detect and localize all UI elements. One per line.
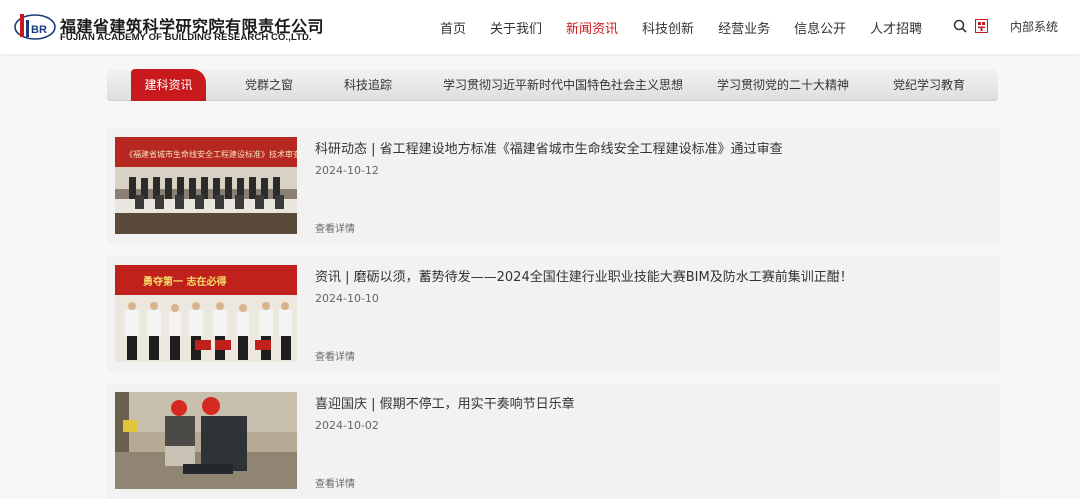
read-more-link[interactable]: 查看详情 [315, 348, 355, 363]
tab-party-window[interactable]: 党群之窗 [245, 69, 293, 101]
thumbnail-banner-text: 《福建省城市生命线安全工程建设标准》技术审查会 [125, 149, 297, 159]
news-item[interactable]: 喜迎国庆 | 假期不停工，用实干奏响节日乐章 2024-10-02 查看详情 [107, 383, 1000, 499]
tab-tech-tracking[interactable]: 科技追踪 [344, 69, 392, 101]
news-item[interactable]: 勇夺第一 志在必得 资讯 | 磨砺以须，蓄势待发——2024全国住建行业职业技能… [107, 256, 1000, 372]
site-logo[interactable]: BR 福建省建筑科学研究院有限责任公司 FUJIAN ACADEMY OF BU… [14, 10, 324, 44]
nav-item-careers[interactable]: 人才招聘 [870, 18, 922, 37]
nav-item-disclosure[interactable]: 信息公开 [794, 18, 846, 37]
news-thumbnail[interactable]: 勇夺第一 志在必得 [115, 265, 297, 362]
tab-study-20th-congress[interactable]: 学习贯彻党的二十大精神 [717, 69, 849, 101]
news-title[interactable]: 科研动态 | 省工程建设地方标准《福建省城市生命线安全工程建设标准》通过审查 [315, 138, 783, 157]
read-more-link[interactable]: 查看详情 [315, 220, 355, 235]
logo-mark-icon: BR [14, 14, 56, 40]
news-date: 2024-10-10 [315, 292, 379, 305]
site-header: BR 福建省建筑科学研究院有限责任公司 FUJIAN ACADEMY OF BU… [0, 0, 1080, 54]
news-thumbnail[interactable] [115, 392, 297, 489]
nav-item-business[interactable]: 经营业务 [718, 18, 770, 37]
news-title[interactable]: 资讯 | 磨砺以须，蓄势待发——2024全国住建行业职业技能大赛BIM及防水工赛… [315, 266, 853, 285]
read-more-link[interactable]: 查看详情 [315, 475, 355, 490]
main-nav: 首页 关于我们 新闻资讯 科技创新 经营业务 信息公开 人才招聘 [440, 0, 946, 54]
news-date: 2024-10-02 [315, 419, 379, 432]
search-icon[interactable] [953, 19, 967, 33]
nav-item-home[interactable]: 首页 [440, 18, 466, 37]
news-date: 2024-10-12 [315, 164, 379, 177]
nav-item-about[interactable]: 关于我们 [490, 18, 542, 37]
thumbnail-banner-text: 勇夺第一 志在必得 [143, 275, 226, 288]
logo-mark-text: BR [31, 24, 47, 36]
news-item[interactable]: 《福建省城市生命线安全工程建设标准》技术审查会 科研动态 | 省工程建设地方标准… [107, 128, 1000, 244]
news-thumbnail[interactable]: 《福建省城市生命线安全工程建设标准》技术审查会 [115, 137, 297, 234]
logo-name-en: FUJIAN ACADEMY OF BUILDING RESEARCH CO.,… [60, 32, 312, 43]
nav-item-news[interactable]: 新闻资讯 [566, 18, 618, 37]
tab-jianke-news[interactable]: 建科资讯 [131, 69, 206, 101]
party-emblem-icon[interactable] [975, 19, 988, 33]
news-title[interactable]: 喜迎国庆 | 假期不停工，用实干奏响节日乐章 [315, 393, 575, 412]
tab-study-xi-thought[interactable]: 学习贯彻习近平新时代中国特色社会主义思想 [443, 69, 683, 101]
nav-item-innovation[interactable]: 科技创新 [642, 18, 694, 37]
tab-party-discipline[interactable]: 党纪学习教育 [893, 69, 965, 101]
news-category-tabs: 建科资讯 党群之窗 科技追踪 学习贯彻习近平新时代中国特色社会主义思想 学习贯彻… [107, 69, 998, 101]
internal-system-link[interactable]: 内部系统 [1010, 18, 1058, 35]
